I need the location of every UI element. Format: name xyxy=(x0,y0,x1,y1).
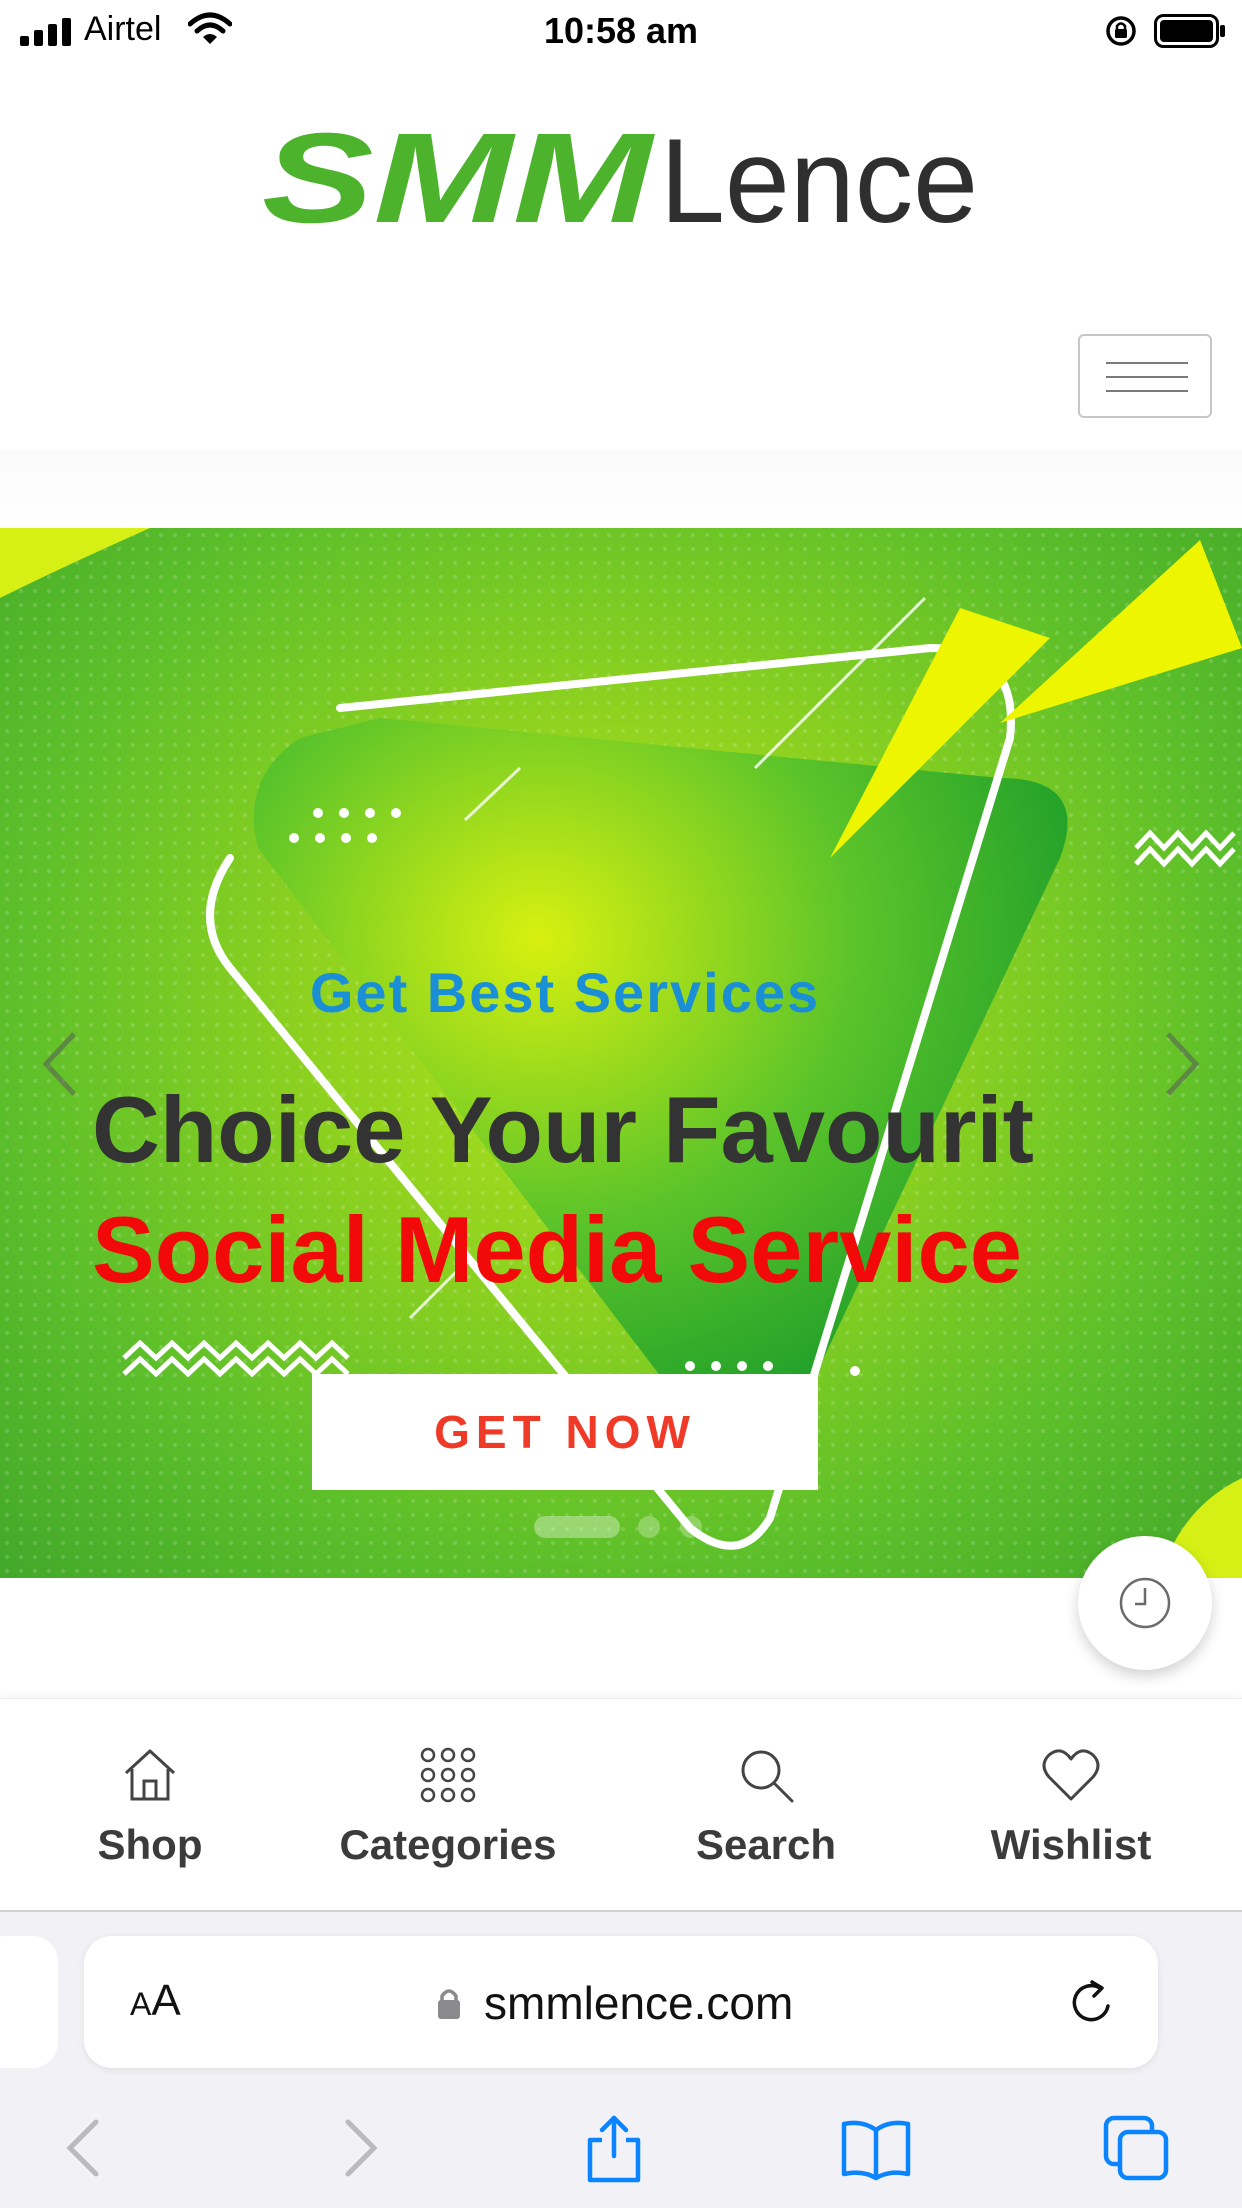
header-separator xyxy=(0,450,1242,528)
previous-tab-preview[interactable] xyxy=(0,1936,58,2068)
text-size-button[interactable]: AA xyxy=(130,1976,181,2026)
nav-label: Categories xyxy=(339,1821,557,1868)
logo-text-primary: SMM xyxy=(262,118,655,238)
clock-icon xyxy=(1119,1577,1171,1629)
slide-dot[interactable] xyxy=(638,1516,660,1538)
home-icon xyxy=(124,1749,176,1801)
hamburger-line xyxy=(1106,362,1188,364)
address-bar[interactable]: AA smmlence.com xyxy=(84,1936,1158,2068)
site-logo[interactable]: SMM Lence xyxy=(262,107,982,250)
nav-item-shop[interactable]: Shop xyxy=(50,1699,250,1913)
grid-dots-icon xyxy=(420,1747,476,1803)
nav-item-search[interactable]: Search xyxy=(664,1699,868,1913)
hero-slider[interactable]: Get Best Services Choice Your Favourit S… xyxy=(0,528,1242,1578)
forward-icon[interactable] xyxy=(320,2112,392,2184)
nav-item-wishlist[interactable]: Wishlist xyxy=(956,1699,1186,1913)
logo-text-secondary: Lence xyxy=(660,118,978,238)
chevron-right-icon[interactable] xyxy=(1152,1024,1212,1104)
clock: 10:58 am xyxy=(543,10,699,51)
nav-item-categories[interactable]: Categories xyxy=(318,1699,578,1913)
status-bar: Airtel 10:58 am xyxy=(0,0,1242,62)
nav-label: Wishlist xyxy=(990,1821,1152,1868)
slide-dot[interactable] xyxy=(680,1516,702,1538)
hero-headline-line1: Choice Your Favourit xyxy=(92,1077,1034,1182)
hero-headline-line2: Social Media Service xyxy=(92,1197,1023,1302)
hamburger-line xyxy=(1106,376,1188,378)
site-bottom-nav: Shop Categories Search Wishlist xyxy=(0,1698,1242,1912)
slider-pagination xyxy=(534,1516,714,1538)
hamburger-menu-button[interactable] xyxy=(1078,334,1212,418)
tabs-icon[interactable] xyxy=(1100,2112,1172,2184)
hamburger-line xyxy=(1106,390,1188,392)
back-icon[interactable] xyxy=(52,2112,124,2184)
nav-label: Shop xyxy=(97,1821,203,1868)
heart-icon xyxy=(1042,1749,1100,1801)
chevron-left-icon[interactable] xyxy=(30,1024,90,1104)
slide-dot-active[interactable] xyxy=(534,1516,620,1538)
browser-chrome: AA smmlence.com xyxy=(0,1912,1242,2208)
recent-history-button[interactable] xyxy=(1078,1536,1212,1670)
share-icon[interactable] xyxy=(578,2112,650,2184)
rotation-lock-icon xyxy=(1106,16,1136,46)
nav-label: Search xyxy=(695,1821,837,1868)
search-icon xyxy=(741,1750,794,1803)
reload-icon[interactable] xyxy=(1064,1976,1118,2030)
bookmarks-icon[interactable] xyxy=(840,2112,912,2184)
url-text[interactable]: smmlence.com xyxy=(484,1976,793,2030)
lock-icon xyxy=(438,1989,460,2019)
get-now-button[interactable]: GET NOW xyxy=(312,1374,818,1490)
battery-icon xyxy=(1154,14,1225,48)
hero-eyebrow: Get Best Services xyxy=(309,961,821,1024)
smmlence-logo-image: SMM Lence xyxy=(262,107,978,250)
